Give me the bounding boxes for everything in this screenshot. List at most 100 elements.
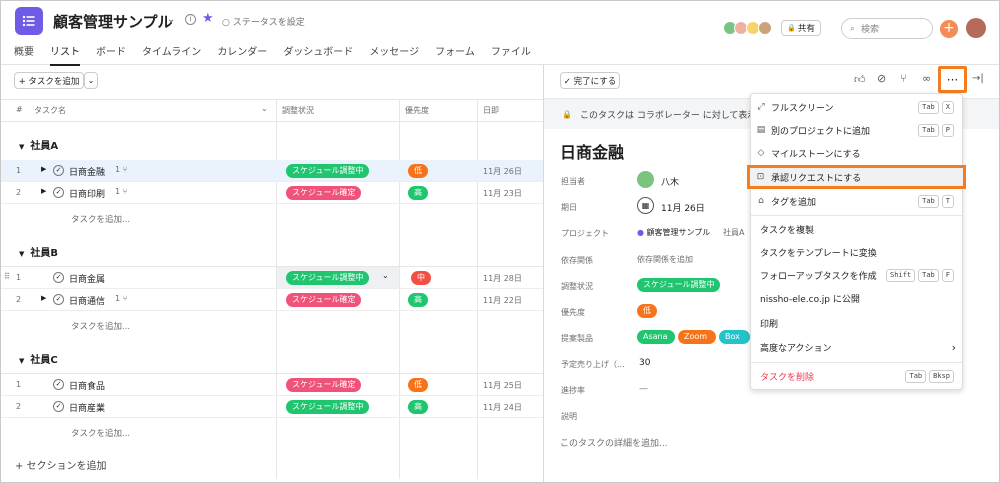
check-circle-icon[interactable]: ✓ xyxy=(53,272,64,283)
user-avatar[interactable] xyxy=(966,18,986,38)
attachment-icon[interactable]: ⊘ xyxy=(877,72,886,85)
check-circle-icon[interactable]: ✓ xyxy=(53,401,64,412)
menu-item-add-tag[interactable]: ⌂ タグを追加 Tab T xyxy=(751,190,964,212)
status-badge[interactable]: スケジュール調整中 xyxy=(286,164,370,178)
due-date[interactable]: 11月 22日 xyxy=(483,295,522,306)
priority-badge[interactable]: 中 xyxy=(411,271,431,285)
check-circle-icon[interactable]: ✓ xyxy=(53,187,64,198)
due-date[interactable]: 11月 24日 xyxy=(483,402,522,413)
table-row[interactable]: 2 ▶ ✓ 日商印刷 1 ⑂ スケジュール確定 高 11月 23日 xyxy=(1,182,543,204)
col-status[interactable]: 調整状況 xyxy=(282,105,314,116)
priority-badge[interactable]: 低 xyxy=(408,378,428,392)
quick-add-button[interactable]: + xyxy=(940,20,958,38)
assignee-avatar[interactable] xyxy=(637,171,654,188)
add-task-inline[interactable]: タスクを追加... xyxy=(71,213,130,225)
table-row[interactable]: 2 ▶ ✓ 日商通信 1 ⑂ スケジュール確定 高 11月 22日 xyxy=(1,289,543,311)
col-task-name[interactable]: タスク名 xyxy=(34,105,66,116)
star-icon[interactable]: ★ xyxy=(202,11,214,26)
menu-item-duplicate[interactable]: タスクを複製 xyxy=(751,218,964,240)
menu-item-milestone[interactable]: ◇ マイルストーンにする xyxy=(751,142,964,164)
project-title[interactable]: 顧客管理サンプル xyxy=(53,11,173,32)
status-link[interactable]: ○ ステータスを設定 xyxy=(222,15,305,28)
add-task-button[interactable]: + タスクを追加 xyxy=(14,72,84,89)
add-section-button[interactable]: + セクションを追加 xyxy=(15,457,107,472)
chevron-down-icon[interactable]: ⌄ xyxy=(261,104,268,113)
menu-item-print[interactable]: 印刷 xyxy=(751,312,964,334)
description-input[interactable]: このタスクの詳細を追加... xyxy=(560,436,668,449)
link-icon[interactable]: ∞ xyxy=(922,72,931,85)
caret-right-icon[interactable]: ▶ xyxy=(41,165,46,173)
like-icon[interactable]: 👍︎ xyxy=(854,73,866,86)
status-badge[interactable]: スケジュール確定 xyxy=(286,293,362,307)
more-actions-button[interactable]: ··· xyxy=(938,66,967,93)
col-priority[interactable]: 優先度 xyxy=(405,105,429,116)
status-badge[interactable]: スケジュール確定 xyxy=(286,186,362,200)
menu-item-fullscreen[interactable]: ⤢ フルスクリーン Tab X xyxy=(751,96,964,118)
share-button[interactable]: 🔒 共有 xyxy=(781,20,821,36)
status-badge[interactable]: スケジュール調整中 xyxy=(637,278,721,292)
mark-complete-button[interactable]: ✓ 完了にする xyxy=(560,72,620,89)
menu-item-template[interactable]: タスクをテンプレートに変換 xyxy=(751,241,964,263)
close-pane-icon[interactable]: →| xyxy=(972,73,984,84)
task-title[interactable]: 日商金融 xyxy=(560,139,624,163)
caret-right-icon[interactable]: ▶ xyxy=(41,187,46,195)
priority-badge[interactable]: 低 xyxy=(637,304,657,318)
task-name[interactable]: 日商金融 xyxy=(69,165,105,178)
check-circle-icon[interactable]: ✓ xyxy=(53,294,64,305)
task-name[interactable]: 日商印刷 xyxy=(69,187,105,200)
menu-item-publish[interactable]: nissho-ele.co.jp に公開 xyxy=(751,287,964,309)
due-value[interactable]: 11月 26日 xyxy=(661,201,705,214)
check-circle-icon[interactable]: ✓ xyxy=(53,165,64,176)
member-avatar[interactable] xyxy=(758,21,772,35)
assignee-name[interactable]: 八木 xyxy=(661,175,679,188)
tab-board[interactable]: ボード xyxy=(96,43,126,66)
check-circle-icon[interactable]: ✓ xyxy=(53,379,64,390)
subtask-icon[interactable]: ⑂ xyxy=(900,72,907,85)
priority-badge[interactable]: 高 xyxy=(408,186,428,200)
due-date[interactable]: 11月 28日 xyxy=(483,273,522,284)
product-tag[interactable]: Asana xyxy=(637,330,675,344)
chevron-down-icon[interactable]: ⌄ xyxy=(382,271,389,280)
table-row[interactable]: 1 ✓ 日商食品 スケジュール確定 低 11月 25日 xyxy=(1,374,543,396)
product-tag[interactable]: Box xyxy=(719,330,750,344)
add-dependency-link[interactable]: 依存関係を追加 xyxy=(637,254,693,265)
col-date[interactable]: 日即 xyxy=(483,105,499,116)
search-input[interactable]: ⌕ 検索 xyxy=(841,18,933,39)
task-name[interactable]: 日商通信 xyxy=(69,294,105,307)
tab-dashboard[interactable]: ダッシュボード xyxy=(283,43,353,66)
info-icon[interactable]: i xyxy=(185,14,196,25)
tab-messages[interactable]: メッセージ xyxy=(369,43,419,66)
task-name[interactable]: 日商食品 xyxy=(69,379,105,392)
tab-list[interactable]: リスト xyxy=(50,43,80,66)
chevron-down-icon[interactable]: ⌄ xyxy=(167,14,175,25)
menu-item-approval[interactable]: ⊡ 承認リクエストにする xyxy=(747,165,966,189)
add-task-inline[interactable]: タスクを追加... xyxy=(71,320,130,332)
menu-item-add-to-project[interactable]: ▤ 別のプロジェクトに追加 Tab P xyxy=(751,119,964,141)
add-task-inline[interactable]: タスクを追加... xyxy=(71,427,130,439)
sales-value[interactable]: 30 xyxy=(639,358,650,368)
menu-item-follow-up[interactable]: フォローアップタスクを作成 Shift Tab F xyxy=(751,264,964,286)
table-row[interactable]: 2 ✓ 日商産業 スケジュール調整中 高 11月 24日 xyxy=(1,396,543,418)
status-badge[interactable]: スケジュール調整中 xyxy=(286,400,370,414)
menu-item-advanced[interactable]: 高度なアクション › xyxy=(751,336,964,358)
tab-forms[interactable]: フォーム xyxy=(435,43,475,66)
progress-value[interactable]: — xyxy=(639,384,648,394)
status-badge[interactable]: スケジュール調整中 xyxy=(286,271,370,285)
tab-timeline[interactable]: タイムライン xyxy=(142,43,201,66)
tab-files[interactable]: ファイル xyxy=(491,43,531,66)
due-date[interactable]: 11月 26日 xyxy=(483,166,522,177)
add-task-dropdown[interactable]: ⌄ xyxy=(84,72,98,89)
menu-item-delete[interactable]: タスクを削除 Tab Bksp xyxy=(751,365,964,387)
table-row[interactable]: ⠿ 1 ✓ 日商金属 スケジュール調整中 ⌄ 中 11月 28日 xyxy=(1,267,543,289)
due-date[interactable]: 11月 23日 xyxy=(483,188,522,199)
project-chip[interactable]: ● 顧客管理サンプル xyxy=(637,227,710,238)
task-name[interactable]: 日商産業 xyxy=(69,401,105,414)
drag-handle-icon[interactable]: ⠿ xyxy=(4,272,10,281)
task-name[interactable]: 日商金属 xyxy=(69,272,105,285)
tab-calendar[interactable]: カレンダー xyxy=(217,43,267,66)
section-header[interactable]: ▼ 社員B xyxy=(19,244,58,259)
priority-badge[interactable]: 高 xyxy=(408,400,428,414)
priority-badge[interactable]: 高 xyxy=(408,293,428,307)
project-icon[interactable] xyxy=(15,7,43,35)
priority-badge[interactable]: 低 xyxy=(408,164,428,178)
